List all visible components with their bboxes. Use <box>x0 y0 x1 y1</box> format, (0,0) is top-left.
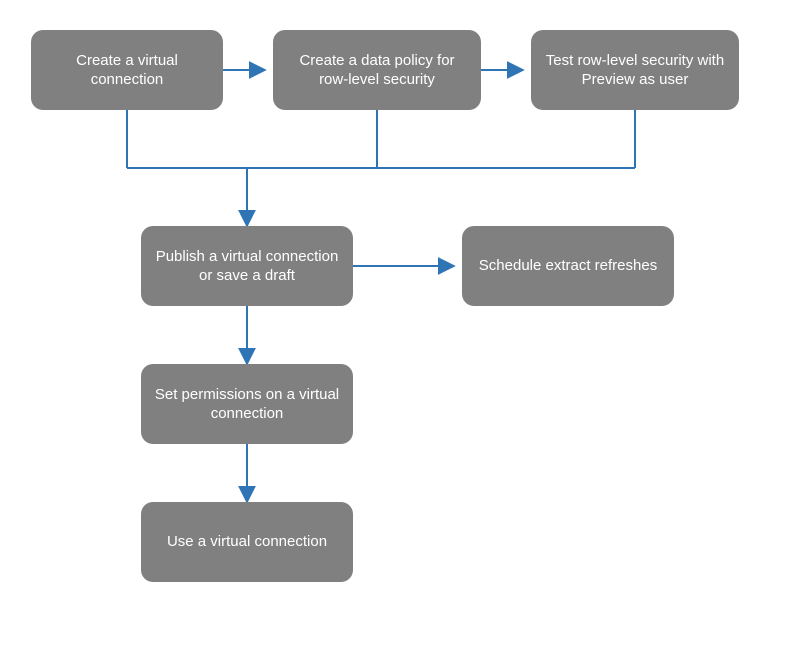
node-schedule-extract-refreshes: Schedule extract refreshes <box>462 226 674 306</box>
flowchart-canvas: Create a virtual connection Create a dat… <box>0 0 800 648</box>
node-label: Create a virtual connection <box>43 51 211 90</box>
node-use-virtual-connection: Use a virtual connection <box>141 502 353 582</box>
node-label: Use a virtual connection <box>167 532 327 552</box>
node-label: Publish a virtual connection or save a d… <box>153 247 341 286</box>
node-label: Schedule extract refreshes <box>479 256 657 276</box>
node-create-virtual-connection: Create a virtual connection <box>31 30 223 110</box>
node-label: Set permissions on a virtual connection <box>153 385 341 424</box>
node-test-rls: Test row-level security with Preview as … <box>531 30 739 110</box>
node-create-data-policy: Create a data policy for row-level secur… <box>273 30 481 110</box>
node-set-permissions: Set permissions on a virtual connection <box>141 364 353 444</box>
node-publish-or-save-draft: Publish a virtual connection or save a d… <box>141 226 353 306</box>
node-label: Test row-level security with Preview as … <box>543 51 727 90</box>
node-label: Create a data policy for row-level secur… <box>285 51 469 90</box>
